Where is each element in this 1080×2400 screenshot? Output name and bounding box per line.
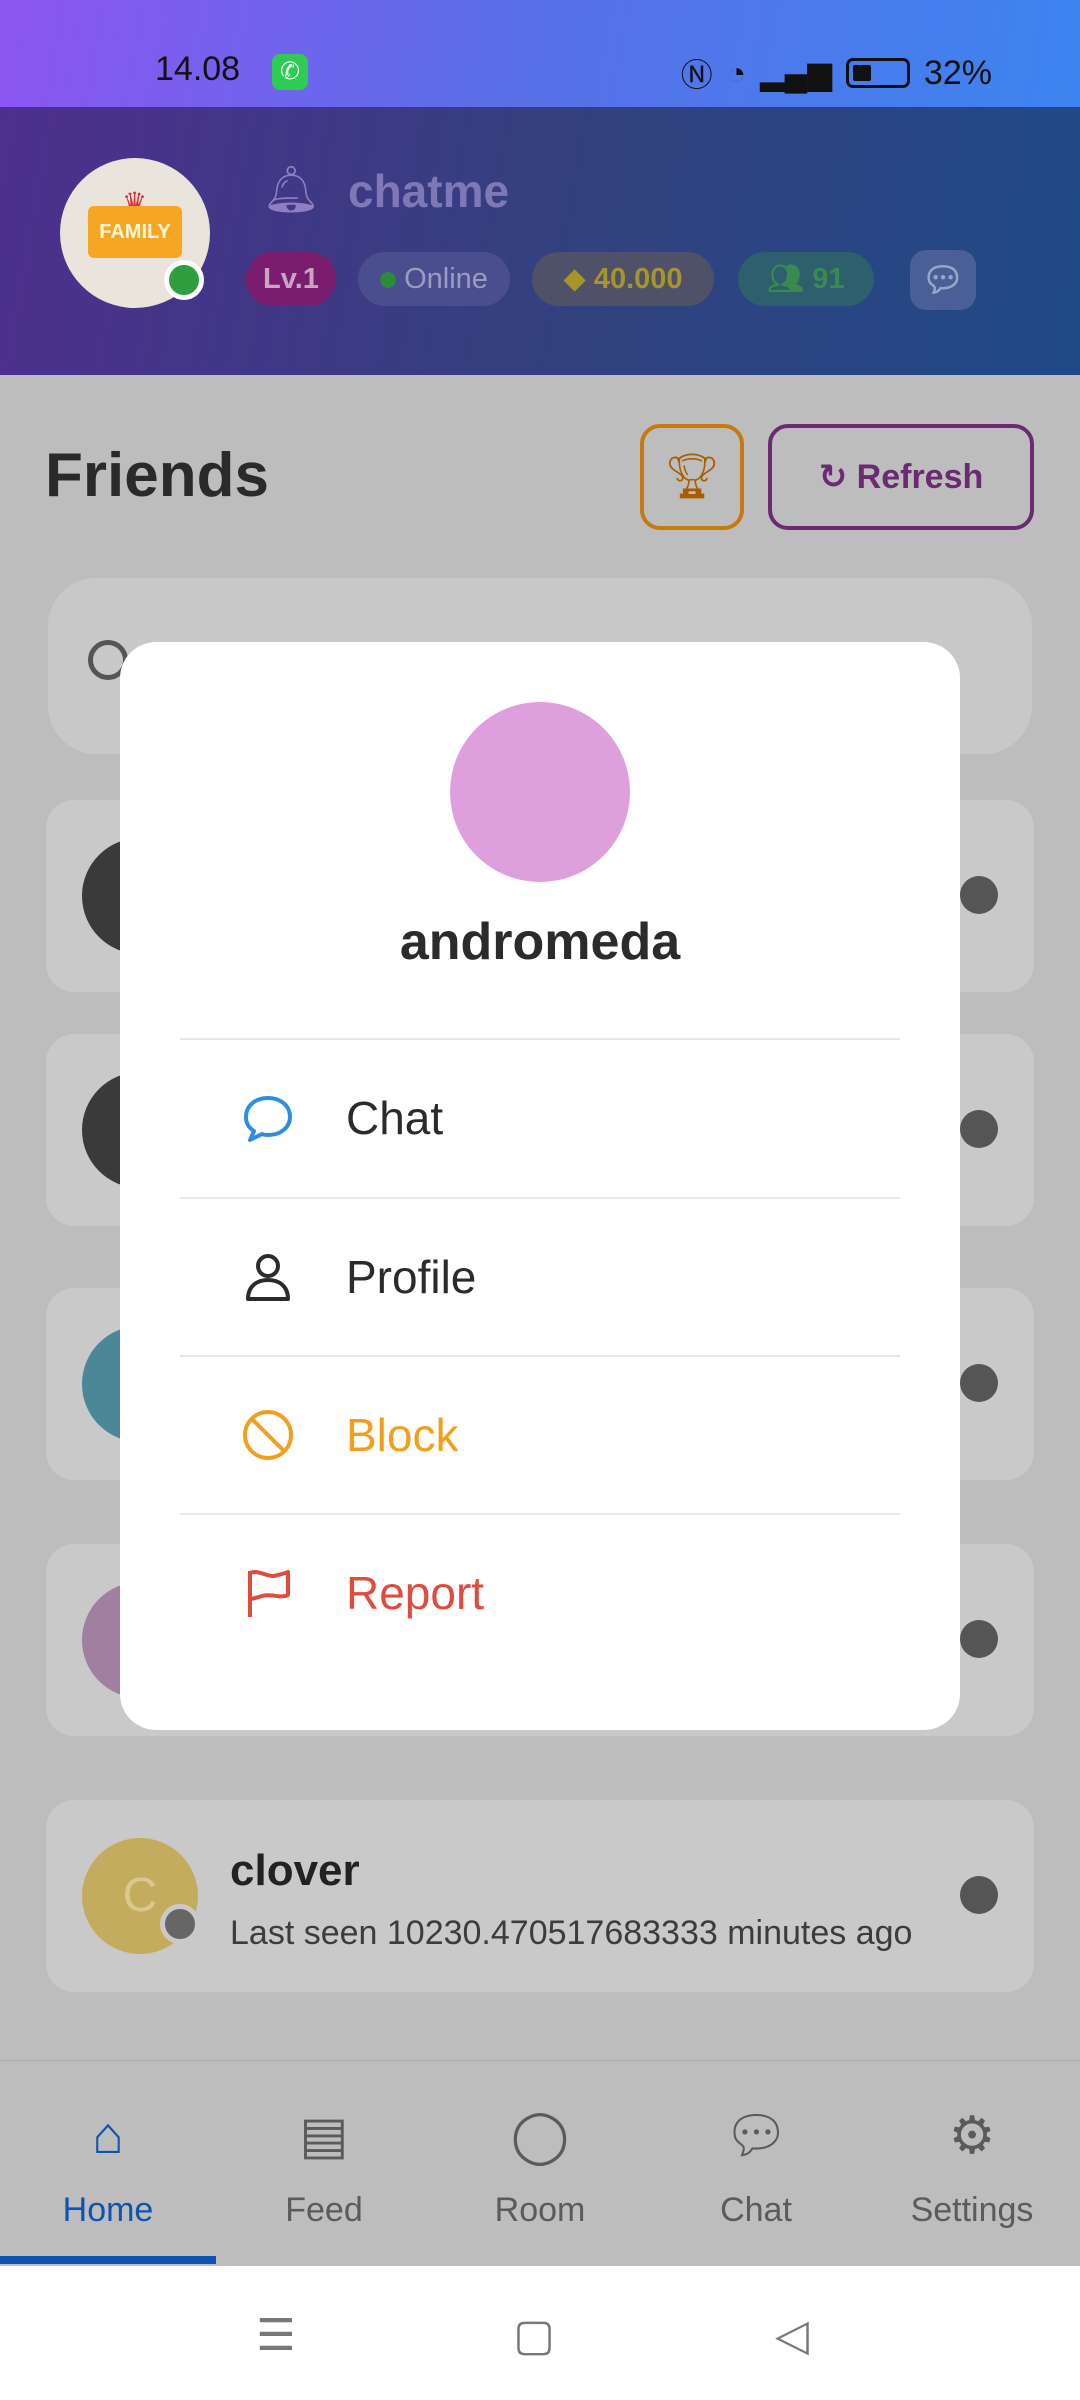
home-square-icon[interactable]: ▢ [504,2310,564,2361]
nav-chat[interactable]: 💬︎ Chat [648,2101,864,2230]
dialog-avatar [450,702,630,882]
page-title: Friends [45,441,269,510]
status-dot [960,1876,998,1914]
status-right: Ⓝ ◔ ▂▄▆ 32% [681,50,992,96]
diamond-icon: ◆ [563,263,594,295]
gems-chip[interactable]: ◆ 40.000 [532,252,714,306]
nav-label: Settings [910,2191,1034,2229]
user-avatar[interactable]: ♛ FAMILY [60,158,210,308]
friend-card[interactable]: C clover Last seen 10230.470517683333 mi… [46,1800,1034,1992]
call-icon: ✆ [272,54,308,90]
friend-last-seen: Last seen 10230.470517683333 minutes ago [230,1914,913,1952]
status-dot [960,1110,998,1148]
person-icon [246,1254,290,1301]
trophy-icon: 🏆︎ [664,452,720,501]
refresh-label: Refresh [856,458,984,496]
action-label: Chat [346,1092,444,1144]
status-time: 14.08 [155,50,241,88]
online-dot [380,272,397,289]
app-name: chatme [348,165,510,217]
bottom-navigation: ⌂ Home ▤ Feed ◯ Room 💬︎ Chat ⚙ Settings [0,2060,1080,2266]
gems-value: 40.000 [593,263,683,295]
status-dot [960,1364,998,1402]
chat-bubble-icon [244,1096,292,1142]
nav-home[interactable]: ⌂ Home [0,2101,216,2230]
presence-label: Online [404,263,488,295]
messages-button[interactable]: 💬︎ [910,250,976,310]
signal-icon: ▂▄▆ [760,55,832,91]
battery-icon [845,58,910,88]
back-icon[interactable]: ◁ [762,2310,822,2361]
status-dot [960,876,998,914]
chat-action[interactable]: Chat [180,1040,900,1196]
home-icon: ⌂ [92,2107,124,2165]
people-icon: 👥︎ [767,263,813,295]
friend-name: clover [230,1846,360,1895]
nav-label: Feed [285,2191,363,2229]
nfc-icon: Ⓝ [680,57,713,93]
system-navigation-bar: ☰ ▢ ◁ [0,2266,1080,2400]
leaderboard-button[interactable]: 🏆︎ [640,424,744,530]
action-label: Block [346,1409,459,1461]
report-action[interactable]: Report [180,1515,900,1671]
wifi-icon: ◔ [726,54,747,91]
status-dot [960,1620,998,1658]
status-bar: 14.08 ✆ Ⓝ ◔ ▂▄▆ 32% [0,0,1080,107]
level-badge: Lv.1 [246,252,336,306]
nav-label: Home [62,2191,154,2229]
friend-avatar: C [82,1838,200,1954]
family-badge: FAMILY [88,206,182,258]
room-icon: ◯ [510,2107,570,2165]
presence-chip[interactable]: Online [358,252,510,306]
battery-percent: 32% [923,53,992,92]
online-status-dot [164,260,204,300]
friends-chip[interactable]: 👥︎ 91 [738,252,874,306]
refresh-button[interactable]: ↻ Refresh [768,424,1034,530]
friends-count: 91 [812,263,845,295]
chat-bubbles-icon: 💬︎ [921,261,965,299]
nav-label: Chat [720,2191,792,2229]
block-icon [243,1410,293,1460]
dialog-username: andromeda [399,913,681,971]
nav-settings[interactable]: ⚙ Settings [864,2101,1080,2230]
chat-icon: 💬︎ [722,2107,789,2165]
friend-action-dialog: andromeda Chat Profile Block Report [120,642,960,1730]
gear-icon: ⚙ [948,2107,996,2165]
profile-action[interactable]: Profile [180,1199,900,1355]
refresh-icon: ↻ [818,458,857,496]
flag-icon [248,1570,290,1617]
menu-icon[interactable]: ☰ [246,2310,306,2361]
active-tab-indicator [0,2256,216,2264]
block-action[interactable]: Block [180,1357,900,1513]
action-label: Report [346,1567,485,1619]
nav-room[interactable]: ◯ Room [432,2101,648,2230]
notification-bell-icon[interactable]: 🔔︎ [262,162,320,217]
feed-icon: ▤ [299,2107,349,2165]
nav-feed[interactable]: ▤ Feed [216,2101,432,2230]
nav-label: Room [494,2191,586,2229]
app-header: 14.08 ✆ Ⓝ ◔ ▂▄▆ 32% ♛ FAMILY 🔔︎ chatme L… [0,0,1080,375]
action-label: Profile [346,1251,477,1303]
